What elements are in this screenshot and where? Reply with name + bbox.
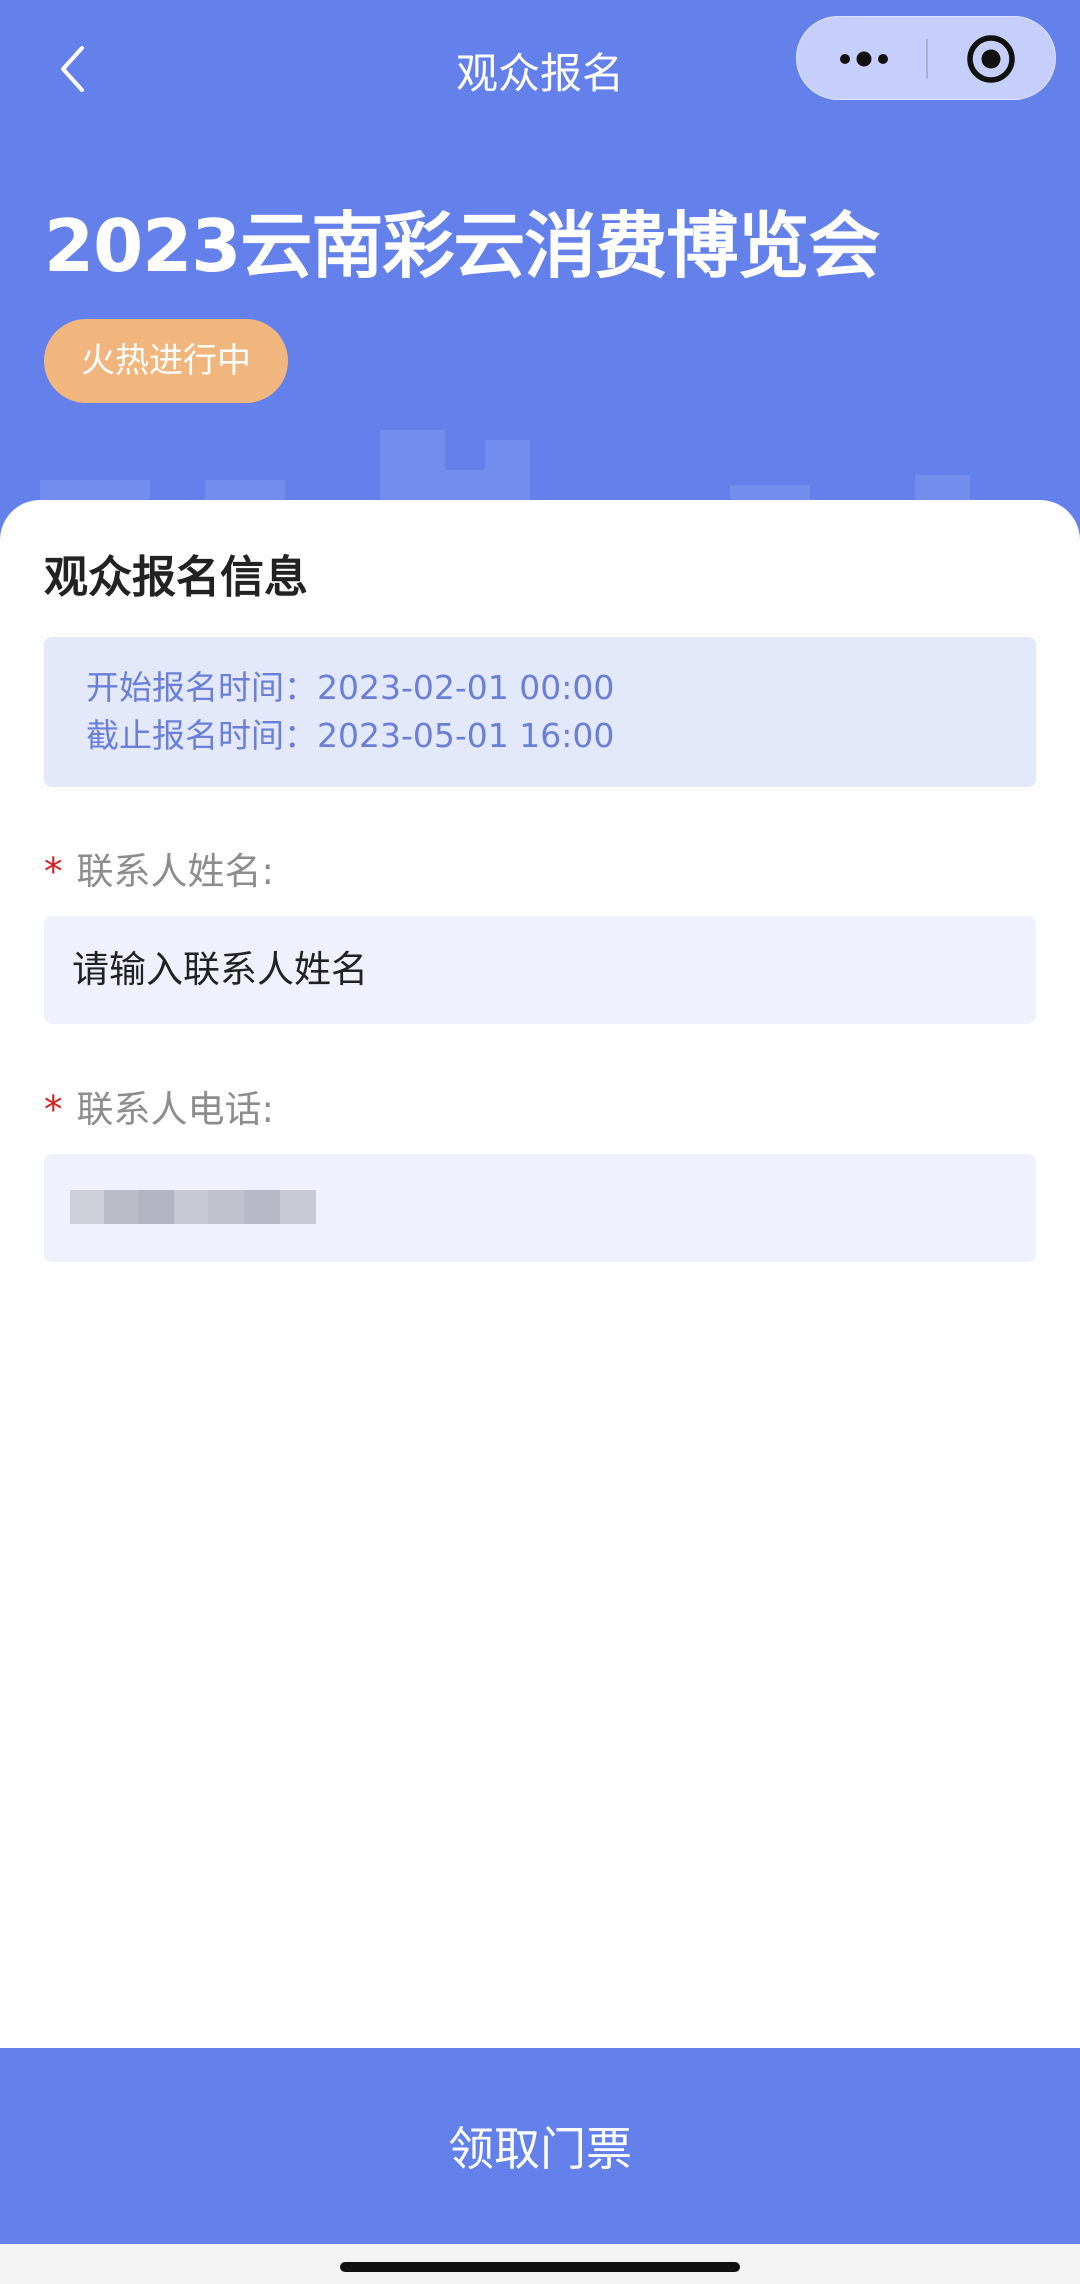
get-ticket-button[interactable]: 领取门票 [0, 2048, 1080, 2244]
capsule-divider [926, 39, 928, 79]
more-dots-icon [840, 51, 888, 67]
end-time: 截止报名时间：2023-05-01 16:00 [86, 716, 615, 755]
more-button[interactable] [827, 39, 907, 79]
section-title: 观众报名信息 [44, 552, 308, 603]
required-mark: * [44, 850, 63, 893]
phone-label-text: 联系人电话: [76, 1088, 274, 1131]
name-input[interactable]: 请输入联系人姓名 [44, 916, 1036, 1024]
target-circle-icon [967, 35, 1015, 83]
mini-program-capsule [796, 16, 1056, 100]
name-label-text: 联系人姓名: [76, 850, 274, 893]
phone-field-label: * 联系人电话: [44, 1082, 274, 1138]
required-mark: * [44, 1088, 63, 1131]
home-indicator[interactable] [340, 2262, 740, 2272]
name-input-placeholder: 请输入联系人姓名 [72, 948, 368, 991]
name-field-label: * 联系人姓名: [44, 844, 274, 900]
redacted-phone-value [70, 1190, 316, 1224]
close-button[interactable] [963, 31, 1019, 87]
start-time: 开始报名时间：2023-02-01 00:00 [86, 668, 615, 707]
event-title: 2023云南彩云消费博览会 [44, 204, 880, 288]
status-badge: 火热进行中 [44, 319, 288, 403]
registration-time-box: 开始报名时间：2023-02-01 00:00 截止报名时间：2023-05-0… [44, 637, 1036, 787]
